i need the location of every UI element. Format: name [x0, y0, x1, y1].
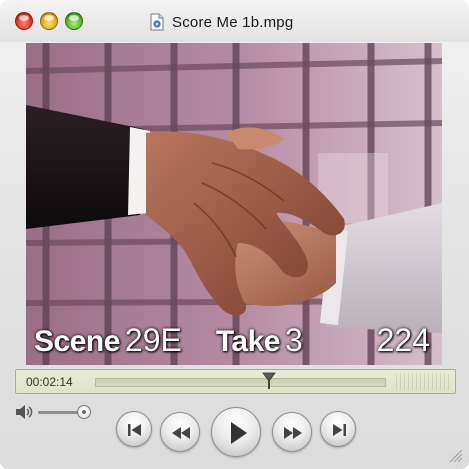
scene-label: Scene [34, 325, 120, 358]
take-value: 3 [284, 322, 303, 358]
close-button[interactable] [15, 12, 33, 30]
window-title: Score Me 1b.mpg [172, 13, 294, 31]
timeline-bar[interactable]: 00:02:14 [15, 369, 456, 394]
take-label: Take [215, 325, 281, 358]
play-icon [231, 422, 247, 444]
minimize-button[interactable] [40, 12, 58, 30]
go-to-start-button[interactable] [116, 411, 152, 447]
playhead-icon[interactable] [262, 372, 276, 390]
rewind-button[interactable] [160, 412, 200, 452]
volume-knob[interactable] [77, 405, 91, 419]
scene-value: 29E [124, 322, 182, 358]
fast-forward-icon [284, 427, 302, 439]
rewind-icon [172, 427, 190, 439]
zoom-button[interactable] [65, 12, 83, 30]
skip-forward-icon [333, 424, 346, 436]
resize-grip-icon[interactable] [447, 447, 463, 463]
scene-take-overlay: Scene 29E Take 3 224 [34, 319, 434, 359]
current-time: 00:02:14 [26, 375, 73, 389]
title-bar[interactable]: Score Me 1b.mpg [0, 0, 469, 42]
go-to-end-button[interactable] [320, 411, 356, 447]
video-frame[interactable]: Scene 29E Take 3 224 [26, 43, 442, 365]
scrubber-track[interactable] [95, 378, 386, 387]
fast-forward-button[interactable] [272, 412, 312, 452]
play-button[interactable] [211, 407, 261, 457]
handshake-video-image [26, 43, 442, 365]
speaker-icon[interactable] [14, 403, 34, 421]
timeline-grip [396, 374, 450, 390]
movie-document-icon [150, 13, 164, 31]
frame-number: 224 [376, 322, 430, 358]
skip-back-icon [128, 424, 141, 436]
window-title-group: Score Me 1b.mpg [150, 11, 293, 33]
quicktime-player-window: Score Me 1b.mpg Scene 29E Take 3 224 00:… [0, 0, 469, 469]
